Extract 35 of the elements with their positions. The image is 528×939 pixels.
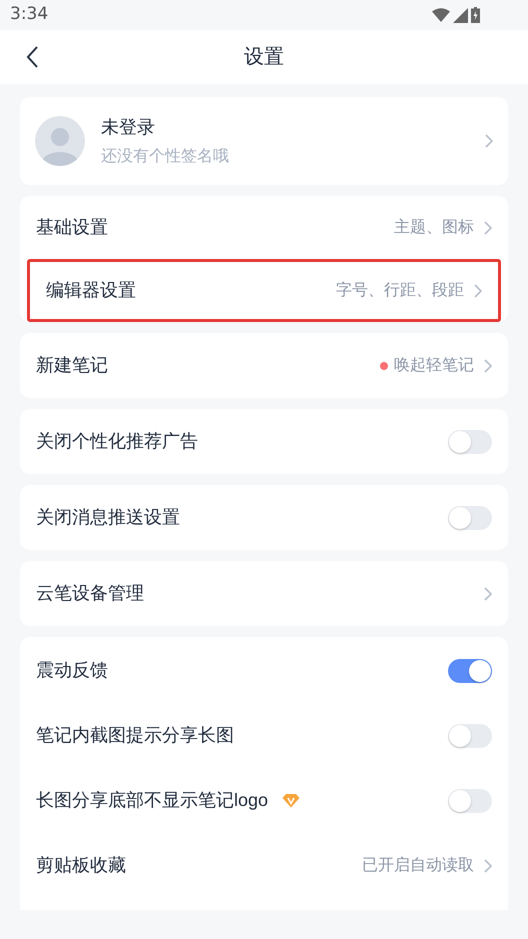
chevron-icon <box>484 586 492 600</box>
settings-row[interactable]: 云笔设备管理 <box>20 561 508 626</box>
signal-icon <box>453 8 468 22</box>
settings-label: 笔记内截图提示分享长图 <box>36 724 234 747</box>
avatar-icon <box>35 116 85 166</box>
battery-icon <box>471 7 480 23</box>
toggle-switch[interactable] <box>448 788 492 812</box>
wifi-icon <box>432 8 450 22</box>
row-value: 字号、行距、段距 <box>336 280 464 300</box>
toggle-switch[interactable] <box>448 506 492 530</box>
chevron-icon <box>485 134 493 148</box>
page-title: 设置 <box>244 45 284 70</box>
row-value: 主题、图标 <box>394 218 474 238</box>
toggle-switch[interactable] <box>448 430 492 454</box>
settings-row[interactable]: 剪贴板收藏 已开启自动读取 <box>20 833 508 898</box>
row-value: 唤起轻笔记 <box>394 356 474 376</box>
settings-label: 长图分享底部不显示笔记logo <box>36 789 268 812</box>
profile-name: 未登录 <box>101 116 156 138</box>
toggle-switch[interactable] <box>448 724 492 748</box>
row-value: 已开启自动读取 <box>362 856 474 876</box>
settings-label: 震动反馈 <box>36 659 108 682</box>
chevron-icon <box>484 858 492 872</box>
settings-row[interactable]: 新建笔记 唤起轻笔记 <box>20 333 508 398</box>
toggle-switch[interactable] <box>448 658 492 682</box>
profile-signature: 还没有个性签名哦 <box>101 146 230 166</box>
settings-label: 关闭消息推送设置 <box>36 506 180 529</box>
chevron-icon <box>484 358 492 372</box>
chevron-icon <box>484 220 492 234</box>
settings-row[interactable]: 基础设置 主题、图标 <box>20 196 508 259</box>
back-icon[interactable] <box>26 46 39 68</box>
settings-row[interactable]: 编辑器设置 字号、行距、段距 <box>27 259 501 322</box>
status-time: 3:34 <box>10 3 48 26</box>
settings-label: 关闭个性化推荐广告 <box>36 430 198 453</box>
profile-card[interactable]: 未登录 还没有个性签名哦 <box>20 97 508 185</box>
chevron-icon <box>474 284 482 298</box>
